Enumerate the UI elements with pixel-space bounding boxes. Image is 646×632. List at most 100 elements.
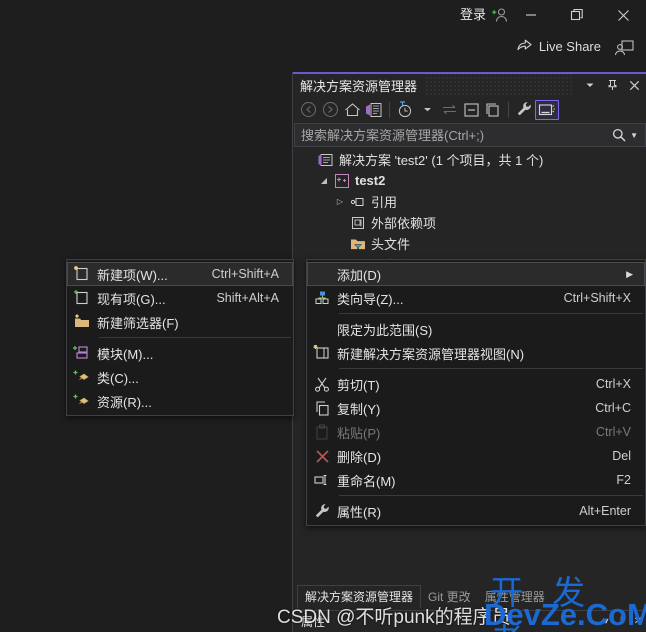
chevron-down-icon[interactable]: ▼ — [630, 131, 645, 140]
menu-item-shortcut: Ctrl+Shift+A — [211, 267, 279, 281]
menu-item[interactable]: 剪切(T) Ctrl+X — [307, 372, 645, 396]
menu-item[interactable]: 删除(D) Del — [307, 444, 645, 468]
properties-pane-header: 属性 ▾ ⇩ ✕ — [294, 610, 646, 632]
toolbar-separator — [508, 101, 509, 118]
menu-item-label: 删除(D) — [337, 449, 382, 465]
forward-icon[interactable] — [319, 99, 341, 121]
back-icon[interactable] — [297, 99, 319, 121]
context-submenu-add[interactable]: 新建项(W)... Ctrl+Shift+A 现有项(G)... Shift+Alt+… — [66, 259, 294, 416]
close-icon[interactable] — [600, 0, 646, 30]
menu-item-label: 粘贴(P) — [337, 425, 381, 441]
tree-expander-icon[interactable]: ◢ — [316, 176, 332, 185]
close-icon[interactable] — [625, 74, 643, 96]
context-menu-project[interactable]: 添加(D) ▶ 类向导(Z)... Ctrl+Shift+X 限定为此范围(S) 新建解决… — [306, 259, 646, 526]
menu-separator — [99, 337, 291, 338]
tree-item-label: 外部依赖项 — [371, 216, 437, 231]
menu-item[interactable]: 现有项(G)... Shift+Alt+A — [67, 286, 293, 310]
properties-wrench-icon[interactable] — [513, 99, 535, 121]
menu-item-label: 限定为此范围(S) — [337, 322, 433, 338]
menu-item[interactable]: 模块(M)... — [67, 341, 293, 365]
menu-item-label: 现有项(G)... — [97, 291, 166, 307]
pin-icon[interactable] — [603, 74, 621, 96]
tree-item[interactable]: ▷ 引用 — [294, 191, 646, 212]
menu-item[interactable]: 粘贴(P) Ctrl+V — [307, 420, 645, 444]
properties-pane-buttons: ▾ ⇩ ✕ — [598, 616, 646, 627]
panel-tab[interactable]: 解决方案资源管理器 — [297, 585, 422, 608]
tree-item[interactable]: 外部依赖项 — [294, 212, 646, 233]
panel-title-bar[interactable]: 解决方案资源管理器 — [293, 74, 646, 96]
menu-item-label: 类(C)... — [97, 370, 139, 386]
search-input[interactable] — [295, 126, 609, 144]
sign-in-label[interactable]: 登录 — [460, 6, 486, 24]
properties-pane-title: 属性 — [301, 615, 326, 629]
cut-icon — [307, 376, 337, 393]
collapse-all-icon[interactable] — [460, 99, 482, 121]
panel-toolbar — [293, 97, 646, 122]
menu-item[interactable]: 资源(R)... — [67, 389, 293, 413]
chevron-down-icon[interactable]: ▾ — [598, 616, 614, 627]
menu-item-label: 资源(R)... — [97, 394, 152, 410]
menu-item[interactable]: 限定为此范围(S) — [307, 317, 645, 341]
menu-item-shortcut: Alt+Enter — [579, 504, 631, 518]
person-add-icon[interactable] — [491, 6, 509, 24]
menu-item-shortcut: Ctrl+C — [595, 401, 631, 415]
share-icon — [516, 37, 533, 55]
external-dependencies-icon — [348, 215, 368, 231]
panel-tab[interactable]: 属性管理器 — [478, 586, 552, 608]
submenu-arrow-icon: ▶ — [626, 268, 633, 279]
tree-item-label: 引用 — [371, 195, 398, 210]
preview-selected-items-icon[interactable] — [535, 99, 559, 120]
solution-search-box[interactable]: ▼ — [294, 123, 646, 147]
chevron-down-icon[interactable] — [581, 74, 599, 96]
show-all-files-icon[interactable] — [482, 99, 504, 121]
solution-explorer-icon[interactable] — [363, 99, 385, 121]
menu-item[interactable]: 新建筛选器(F) — [67, 310, 293, 334]
tree-item-label: 头文件 — [371, 237, 411, 252]
menu-item[interactable]: 新建解决方案资源管理器视图(N) — [307, 341, 645, 365]
menu-item[interactable]: 重命名(M) F2 — [307, 468, 645, 492]
menu-item-label: 类向导(Z)... — [337, 291, 404, 307]
panel-drag-dots[interactable] — [425, 74, 573, 96]
panel-tab[interactable]: Git 更改 — [421, 586, 478, 608]
menu-item[interactable]: 类向导(Z)... Ctrl+Shift+X — [307, 286, 645, 310]
class-wizard-icon — [307, 290, 337, 307]
pending-changes-icon[interactable] — [394, 99, 416, 121]
menu-item[interactable]: 复制(Y) Ctrl+C — [307, 396, 645, 420]
menu-item-label: 复制(Y) — [337, 401, 381, 417]
tree-item[interactable]: 头文件 — [294, 233, 646, 254]
pin-icon[interactable]: ⇩ — [614, 616, 630, 627]
references-icon — [348, 194, 368, 210]
menu-item-label: 添加(D) — [337, 267, 382, 283]
live-share-button[interactable]: Live Share — [516, 37, 601, 55]
menu-item-shortcut: F2 — [616, 473, 631, 487]
menu-item-shortcut: Ctrl+Shift+X — [563, 291, 631, 305]
search-icon[interactable] — [608, 128, 630, 142]
title-bar: 登录 — [0, 0, 646, 30]
menu-item[interactable]: 类(C)... — [67, 365, 293, 389]
menu-item-label: 模块(M)... — [97, 346, 154, 362]
existing-item-icon — [67, 289, 97, 307]
sync-with-active-document-icon[interactable] — [438, 99, 460, 121]
live-share-row: Live Share — [486, 33, 646, 61]
live-share-label: Live Share — [538, 38, 601, 54]
pending-changes-dropdown-icon[interactable] — [416, 99, 438, 121]
tree-expander-icon[interactable]: ▷ — [332, 197, 348, 206]
menu-separator — [339, 495, 643, 496]
close-icon[interactable]: ✕ — [630, 616, 646, 627]
copy-icon — [307, 400, 337, 417]
menu-separator — [339, 368, 643, 369]
paste-icon — [307, 423, 337, 441]
menu-item[interactable]: 添加(D) ▶ — [307, 262, 645, 286]
new-item-icon — [67, 265, 97, 283]
home-icon[interactable] — [341, 99, 363, 121]
tree-item[interactable]: 解决方案 'test2' (1 个项目，共 1 个) — [294, 149, 646, 170]
panel-title: 解决方案资源管理器 — [300, 78, 418, 94]
solution-icon — [316, 152, 336, 168]
restore-icon[interactable] — [554, 0, 600, 30]
menu-item[interactable]: 属性(R) Alt+Enter — [307, 499, 645, 523]
tree-item-label: 解决方案 'test2' (1 个项目，共 1 个) — [339, 153, 544, 168]
send-feedback-icon[interactable] — [614, 39, 634, 57]
minimize-icon[interactable] — [508, 0, 554, 30]
menu-item[interactable]: 新建项(W)... Ctrl+Shift+A — [67, 262, 293, 286]
tree-item[interactable]: ◢ test2 — [294, 170, 646, 191]
